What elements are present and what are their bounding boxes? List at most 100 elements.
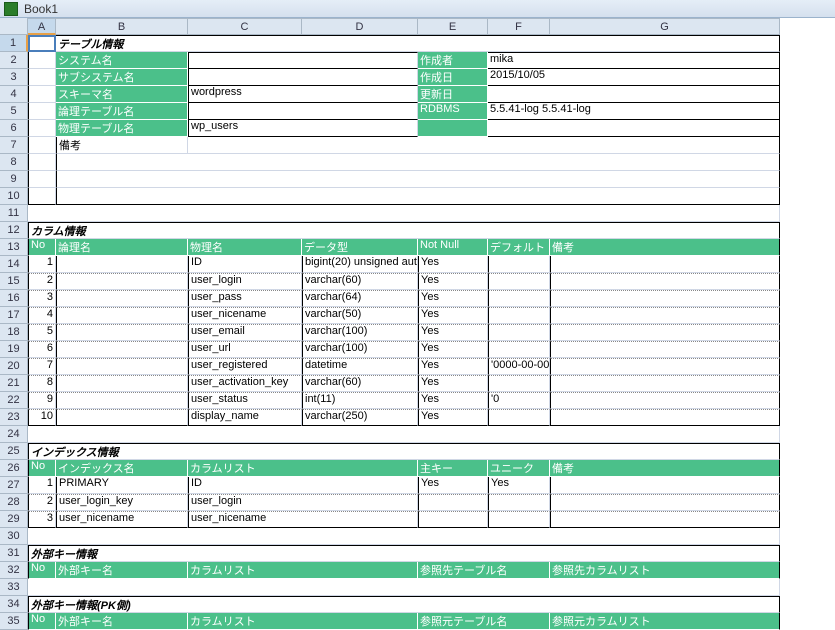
cell[interactable] (550, 341, 780, 358)
cell[interactable]: varchar(64) (302, 290, 418, 307)
cell[interactable]: 9 (28, 392, 56, 409)
cell[interactable]: varchar(50) (302, 307, 418, 324)
cell[interactable]: PRIMARY (56, 477, 188, 494)
cell[interactable]: 2 (28, 273, 56, 290)
section-title[interactable]: インデックス情報 (28, 443, 780, 460)
label-creator[interactable]: 作成者 (418, 52, 488, 69)
cell[interactable] (56, 392, 188, 409)
val-createdate[interactable]: 2015/10/05 (488, 69, 780, 86)
row-header[interactable]: 31 (0, 545, 28, 562)
cell[interactable] (550, 290, 780, 307)
cell[interactable]: 5 (28, 324, 56, 341)
row-header[interactable]: 26 (0, 460, 28, 477)
val-subsystem[interactable] (188, 69, 418, 86)
label-physicaltable[interactable]: 物理テーブル名 (56, 120, 188, 137)
cell[interactable]: Yes (418, 358, 488, 375)
col-cols[interactable]: カラムリスト (188, 460, 418, 477)
cell[interactable] (418, 511, 488, 528)
col-cols[interactable]: カラムリスト (188, 562, 418, 579)
cell[interactable]: user_login_key (56, 494, 188, 511)
label-updatedate[interactable]: 更新日 (418, 86, 488, 103)
cell[interactable]: 2 (28, 494, 56, 511)
row-header[interactable]: 32 (0, 562, 28, 579)
cell[interactable]: int(11) (302, 392, 418, 409)
cell[interactable]: ID (188, 477, 418, 494)
cell[interactable] (488, 290, 550, 307)
cell[interactable]: user_activation_key (188, 375, 302, 392)
row-header[interactable]: 2 (0, 52, 28, 69)
col-pk[interactable]: 主キー (418, 460, 488, 477)
cell[interactable]: Yes (418, 375, 488, 392)
row-header[interactable]: 22 (0, 392, 28, 409)
cell[interactable] (488, 409, 550, 426)
cell[interactable] (418, 494, 488, 511)
cell[interactable]: 1 (28, 477, 56, 494)
spreadsheet-grid[interactable]: A B C D E F G 1 テーブル情報 2 システム名 作成者 mika … (0, 18, 835, 630)
row-header[interactable]: 30 (0, 528, 28, 545)
cell[interactable] (488, 375, 550, 392)
cell[interactable] (488, 511, 550, 528)
cell[interactable]: display_name (188, 409, 302, 426)
val-schema[interactable]: wordpress (188, 86, 418, 103)
val-rdbms[interactable]: 5.5.41-log 5.5.41-log (488, 103, 780, 120)
cell[interactable]: '0000-00-00 (488, 358, 550, 375)
cell[interactable]: user_pass (188, 290, 302, 307)
cell[interactable]: user_status (188, 392, 302, 409)
cell[interactable] (550, 273, 780, 290)
cell[interactable] (488, 324, 550, 341)
cell[interactable]: user_nicename (188, 511, 418, 528)
cell[interactable] (28, 52, 56, 69)
col-header-E[interactable]: E (418, 18, 488, 35)
cell[interactable] (550, 392, 780, 409)
cell[interactable]: Yes (418, 341, 488, 358)
cell[interactable]: user_url (188, 341, 302, 358)
col-no[interactable]: No (28, 460, 56, 477)
col-notnull[interactable]: Not Null (418, 239, 488, 256)
section-title[interactable]: カラム情報 (28, 222, 780, 239)
cell[interactable] (550, 375, 780, 392)
row-header[interactable]: 21 (0, 375, 28, 392)
cell[interactable] (488, 341, 550, 358)
cell[interactable] (550, 409, 780, 426)
row-header[interactable]: 27 (0, 477, 28, 494)
row-header[interactable]: 29 (0, 511, 28, 528)
row-header[interactable]: 17 (0, 307, 28, 324)
cell[interactable] (56, 256, 188, 273)
cell[interactable] (28, 137, 56, 154)
cell[interactable]: Yes (418, 409, 488, 426)
cell[interactable] (550, 494, 780, 511)
row-header[interactable]: 24 (0, 426, 28, 443)
section-title[interactable]: テーブル情報 (56, 35, 780, 52)
cell[interactable] (56, 341, 188, 358)
cell[interactable] (28, 188, 56, 205)
cell[interactable] (28, 426, 780, 443)
cell[interactable] (56, 409, 188, 426)
col-header-C[interactable]: C (188, 18, 302, 35)
cell[interactable]: Yes (418, 307, 488, 324)
row-header[interactable]: 34 (0, 596, 28, 613)
cell[interactable]: user_registered (188, 358, 302, 375)
cell[interactable]: 7 (28, 358, 56, 375)
cell[interactable]: Yes (418, 392, 488, 409)
label-logicaltable[interactable]: 論理テーブル名 (56, 103, 188, 120)
cell[interactable] (28, 35, 56, 52)
cell[interactable] (56, 188, 780, 205)
row-header[interactable]: 1 (0, 35, 28, 52)
row-header[interactable]: 12 (0, 222, 28, 239)
row-header[interactable]: 13 (0, 239, 28, 256)
workbook-titlebar[interactable]: Book1 (0, 0, 835, 18)
col-type[interactable]: データ型 (302, 239, 418, 256)
cell[interactable]: varchar(250) (302, 409, 418, 426)
row-header[interactable]: 28 (0, 494, 28, 511)
cell[interactable] (550, 256, 780, 273)
cell[interactable] (488, 273, 550, 290)
cell[interactable] (28, 528, 780, 545)
cell[interactable]: Yes (418, 273, 488, 290)
row-header[interactable]: 9 (0, 171, 28, 188)
label-subsystem[interactable]: サブシステム名 (56, 69, 188, 86)
label-createdate[interactable]: 作成日 (418, 69, 488, 86)
cell[interactable]: 4 (28, 307, 56, 324)
label-schema[interactable]: スキーマ名 (56, 86, 188, 103)
cell[interactable]: user_login (188, 494, 418, 511)
cell[interactable]: varchar(100) (302, 324, 418, 341)
